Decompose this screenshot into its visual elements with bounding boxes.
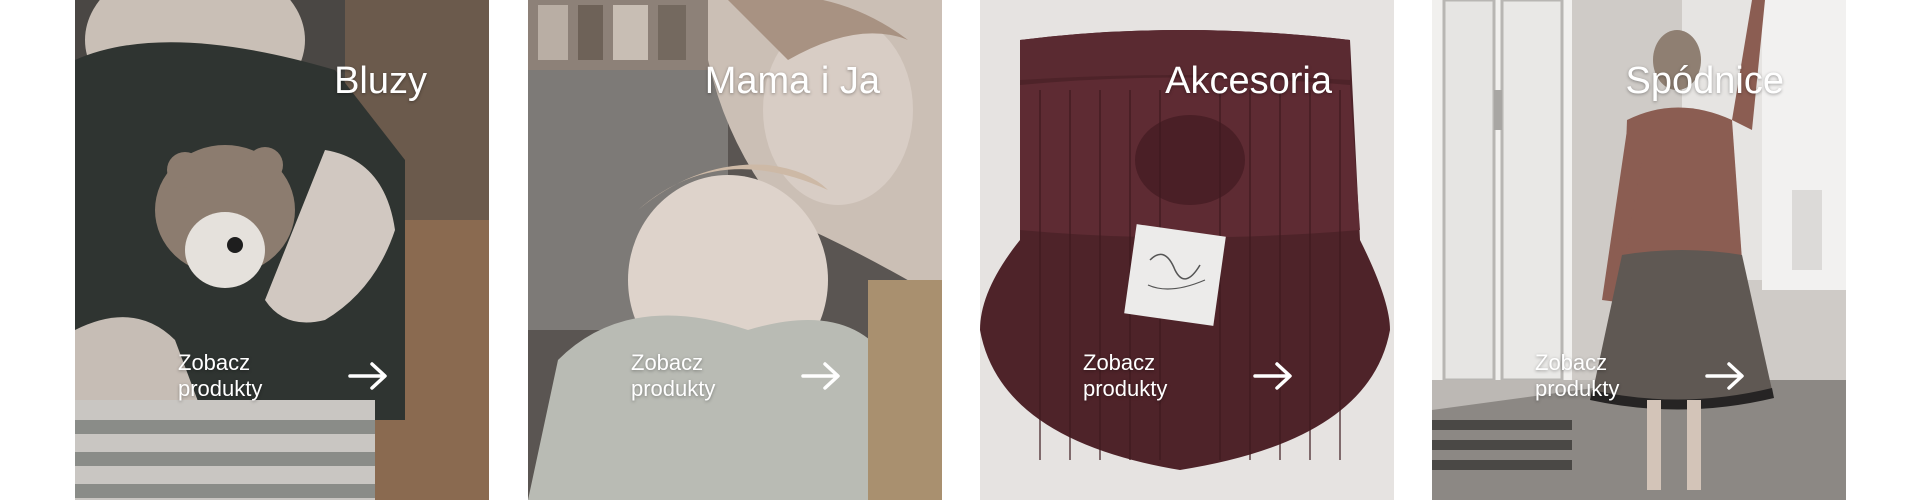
view-products-link[interactable]: Zobacz produkty: [178, 348, 388, 404]
category-title: Bluzy: [334, 60, 427, 102]
view-products-label: Zobacz produkty: [631, 349, 716, 401]
arrow-right-icon: [801, 362, 840, 390]
category-card-akcesoria[interactable]: Akcesoria Zobacz produkty: [980, 0, 1394, 500]
view-products-label: Zobacz produkty: [178, 349, 263, 401]
category-title: Spódnice: [1625, 60, 1784, 102]
category-card-bluzy[interactable]: Bluzy Zobacz produkty: [75, 0, 489, 500]
category-card-spodnice[interactable]: Spódnice Zobacz produkty: [1432, 0, 1846, 500]
arrow-right-icon: [1705, 362, 1744, 390]
view-products-link[interactable]: Zobacz produkty: [1535, 348, 1745, 404]
category-title: Akcesoria: [1165, 60, 1332, 102]
category-title: Mama i Ja: [704, 60, 880, 102]
view-products-label: Zobacz produkty: [1535, 349, 1620, 401]
arrow-right-icon: [348, 362, 387, 390]
category-card-mama-i-ja[interactable]: Mama i Ja Zobacz produkty: [528, 0, 942, 500]
category-grid: Bluzy Zobacz produkty Mama i Ja Zobacz p…: [0, 0, 1920, 500]
view-products-label: Zobacz produkty: [1083, 349, 1168, 401]
arrow-right-icon: [1253, 362, 1292, 390]
view-products-link[interactable]: Zobacz produkty: [631, 348, 841, 404]
view-products-link[interactable]: Zobacz produkty: [1083, 348, 1293, 404]
